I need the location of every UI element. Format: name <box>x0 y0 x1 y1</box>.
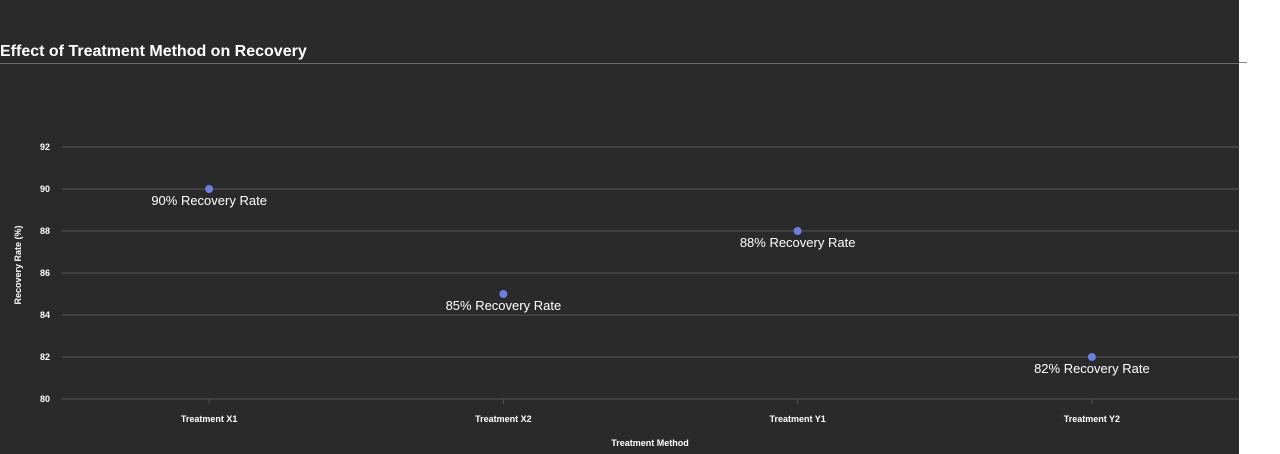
y-tick-label: 90 <box>40 184 50 194</box>
y-tick-label: 84 <box>40 310 50 320</box>
y-axis-ticks: 80 82 84 86 88 90 92 <box>40 142 50 404</box>
x-tick-label: Treatment X2 <box>475 414 532 424</box>
x-tick-label: Treatment Y2 <box>1064 414 1120 424</box>
y-tick-label: 82 <box>40 352 50 362</box>
y-tick-label: 86 <box>40 268 50 278</box>
data-point <box>793 227 802 235</box>
data-label: 85% Recovery Rate <box>446 298 562 313</box>
data-label: 82% Recovery Rate <box>1034 361 1150 376</box>
y-tick-label: 80 <box>40 394 50 404</box>
x-tick-label: Treatment X1 <box>181 414 238 424</box>
data-labels: 90% Recovery Rate 85% Recovery Rate 88% Re… <box>151 193 1149 376</box>
x-axis-ticks: Treatment X1 Treatment X2 Treatment Y1 Trea… <box>181 399 1120 424</box>
y-tick-label: 88 <box>40 226 50 236</box>
x-tick-label: Treatment Y1 <box>769 414 825 424</box>
y-axis-title: Recovery Rate (%) <box>13 225 23 304</box>
data-point <box>205 185 214 193</box>
data-point <box>1087 353 1096 361</box>
data-label: 88% Recovery Rate <box>740 235 856 250</box>
data-point <box>499 290 508 298</box>
scatter-plot: 80828486889092 Treatment X1 Treatment X2 T… <box>13 142 1239 448</box>
outer-edge-tick <box>1239 62 1247 63</box>
data-label: 90% Recovery Rate <box>151 193 267 208</box>
y-tick-label: 92 <box>40 142 50 152</box>
x-axis-title: Treatment Method <box>611 438 689 448</box>
chart-panel: Effect of Treatment Method on Recovery 8… <box>0 0 1239 454</box>
